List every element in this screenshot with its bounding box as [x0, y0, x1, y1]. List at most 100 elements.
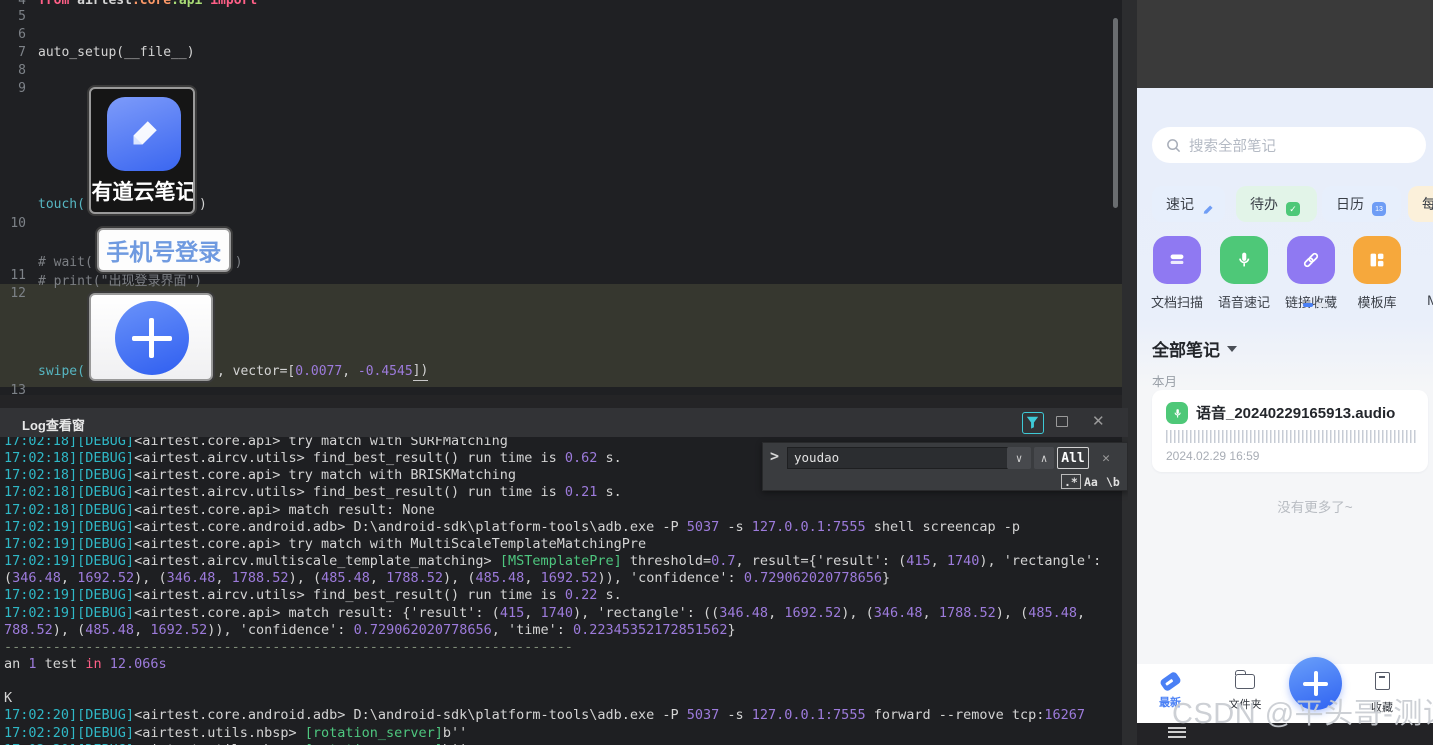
log-line: 17:02:19][DEBUG]<airtest.core.api> try m…	[4, 535, 647, 552]
month-group-label: 本月	[1152, 375, 1178, 389]
search-word-toggle[interactable]: \b	[1106, 474, 1120, 489]
code-line-swipe[interactable]: swipe( , vector=[0.0077, -0.4545])	[38, 289, 429, 381]
tool-markdown-cut[interactable]: M	[1403, 236, 1433, 308]
chip-label: 日历	[1336, 196, 1364, 212]
chip-label: 每	[1422, 196, 1433, 212]
line-number: 8	[18, 63, 26, 78]
section-title: 全部笔记	[1152, 341, 1220, 360]
carousel-dots	[1303, 303, 1328, 307]
audio-waveform	[1166, 427, 1416, 443]
pencil-icon	[1203, 204, 1213, 214]
chip-label: 速记	[1166, 196, 1194, 212]
log-line: 17:02:18][DEBUG]<airtest.aircv.utils> fi…	[4, 484, 622, 501]
tool-label: 链接收藏	[1281, 292, 1341, 311]
tool-label: 模板库	[1357, 295, 1397, 310]
code-line-import[interactable]: from airtest.core.api import	[38, 0, 257, 8]
search-next-button[interactable]: ∧	[1034, 447, 1054, 469]
log-line: ----------------------------------------…	[4, 638, 573, 655]
restore-window-icon[interactable]	[1056, 416, 1068, 427]
device-dark-header	[1137, 0, 1433, 88]
log-panel-header: Log查看窗 ✕	[0, 408, 1128, 437]
line-number: 6	[18, 27, 26, 42]
log-search-overlay: > youdao ∨ ∧ All ✕ .* Aa \b	[762, 442, 1128, 491]
tool-template-library[interactable]: 模板库	[1347, 236, 1407, 311]
log-line: (346.48, 1692.52), (346.48, 1788.52), (4…	[4, 570, 891, 587]
template-image-app-icon[interactable]: 有道云笔记	[88, 87, 195, 214]
line-number: 7	[18, 45, 26, 60]
log-line: 788.52), (485.48, 1692.52)), 'confidence…	[4, 621, 736, 638]
line-number: 11	[10, 268, 26, 283]
search-case-toggle[interactable]: Aa	[1084, 474, 1098, 489]
template-image-login-button[interactable]: 手机号登录	[96, 228, 231, 272]
search-prev-button[interactable]: ∨	[1007, 447, 1031, 469]
note-app-screen: 搜索全部笔记 速记 待办 ✓ 日历 13 每 文档扫描 语音速记 模板库 M 全…	[1137, 88, 1433, 665]
log-line: 17:02:19][DEBUG]<airtest.core.android.ad…	[4, 518, 1021, 535]
bookmark-icon	[1374, 672, 1390, 690]
touch-close-paren: )	[198, 197, 207, 212]
search-regex-toggle[interactable]: .*	[1061, 474, 1081, 489]
log-line: an 1 test in 12.066s	[4, 655, 167, 672]
code-line-print[interactable]: # print("出现登录界面")	[38, 270, 202, 289]
watermark: CSDN @平头哥-测试	[1172, 698, 1433, 730]
log-search-input[interactable]: youdao	[787, 447, 1008, 469]
wait-close-paren: )	[234, 255, 243, 270]
line-number: 5	[18, 9, 26, 24]
airtest-ide-window: 4 5 6 7 8 9 10 11 12 13 from airtest.cor…	[0, 0, 1433, 745]
plus-button-icon	[114, 301, 189, 375]
search-placeholder: 搜索全部笔记	[1189, 138, 1276, 155]
search-icon	[1167, 138, 1181, 152]
panel-divider[interactable]	[0, 395, 1128, 408]
chip-quick-note[interactable]: 速记	[1152, 186, 1225, 222]
close-icon[interactable]: ✕	[1092, 412, 1105, 430]
note-list-item[interactable]: 语音_20240229165913.audio 2024.02.29 16:59	[1152, 390, 1428, 472]
log-panel-title: Log查看窗	[22, 418, 85, 433]
template-icon	[1353, 236, 1401, 284]
chevron-down-icon	[1227, 345, 1237, 352]
log-line: 17:02:18][DEBUG]<airtest.aircv.utils> fi…	[4, 450, 622, 467]
chip-calendar[interactable]: 日历 13	[1322, 186, 1401, 222]
log-viewer-panel: 17:02:18][DEBUG]<airtest.core.api> try m…	[0, 408, 1128, 745]
tool-document-scan[interactable]: 文档扫描	[1147, 236, 1207, 311]
note-date: 2024.02.29 16:59	[1166, 449, 1260, 463]
log-line: 17:02:18][DEBUG]<airtest.core.api> try m…	[4, 467, 517, 484]
calendar-icon: 13	[1372, 202, 1386, 216]
tool-link-collect[interactable]: 链接收藏	[1281, 236, 1341, 311]
code-line-wait[interactable]: # wait( 手机号登录 )	[38, 224, 243, 272]
template-image-plus-button[interactable]	[88, 293, 213, 381]
device-mirror[interactable]: 搜索全部笔记 速记 待办 ✓ 日历 13 每 文档扫描 语音速记 模板库 M 全…	[1137, 0, 1433, 745]
swipe-args: , vector=[0.0077, -0.4545	[216, 364, 413, 379]
search-all-button[interactable]: All	[1057, 447, 1089, 469]
tool-voice-note[interactable]: 语音速记	[1214, 236, 1274, 311]
link-icon	[1287, 236, 1335, 284]
swipe-call: swipe(	[38, 364, 85, 379]
search-close-icon[interactable]: ✕	[1097, 447, 1115, 469]
code-line-autosetup[interactable]: auto_setup(__file__)	[38, 45, 195, 60]
swipe-close: ])	[412, 363, 429, 381]
log-line: 17:02:18][DEBUG]<airtest.core.api> match…	[4, 501, 435, 518]
check-icon: ✓	[1286, 202, 1300, 216]
search-expand-chevron[interactable]: >	[770, 447, 779, 465]
log-line: 17:02:19][DEBUG]<airtest.aircv.multiscal…	[4, 553, 1102, 570]
chip-daily-review[interactable]: 每	[1408, 186, 1433, 222]
note-title: 语音_20240229165913.audio	[1196, 405, 1396, 422]
log-line: 17:02:19][DEBUG]<airtest.core.api> match…	[4, 604, 1086, 621]
log-filter-button[interactable]	[1022, 412, 1044, 434]
all-notes-dropdown[interactable]: 全部笔记	[1152, 336, 1237, 361]
tool-label: 语音速记	[1217, 295, 1270, 310]
log-line: 17:02:19][DEBUG]<airtest.aircv.utils> fi…	[4, 587, 622, 604]
line-number: 10	[10, 216, 26, 231]
editor-scrollbar[interactable]	[1113, 18, 1118, 208]
no-more-label: 没有更多了~	[1277, 500, 1353, 515]
code-line-touch[interactable]: touch( 有道云笔记 )	[38, 85, 207, 214]
log-line: 17:02:20][DEBUG]<airtest.core.android.ad…	[4, 707, 1086, 724]
script-editor[interactable]: 4 5 6 7 8 9 10 11 12 13 from airtest.cor…	[0, 0, 1122, 395]
log-line: K	[4, 690, 13, 707]
tool-label: M	[1427, 292, 1433, 308]
chip-todo[interactable]: 待办 ✓	[1236, 186, 1317, 222]
youdao-note-app-icon	[106, 97, 181, 171]
app-icon-label: 有道云笔记	[91, 181, 195, 204]
microphone-icon	[1220, 236, 1268, 284]
line-number: 13	[10, 383, 26, 395]
notes-search-bar[interactable]: 搜索全部笔记	[1152, 127, 1426, 163]
touch-call: touch(	[38, 197, 85, 212]
